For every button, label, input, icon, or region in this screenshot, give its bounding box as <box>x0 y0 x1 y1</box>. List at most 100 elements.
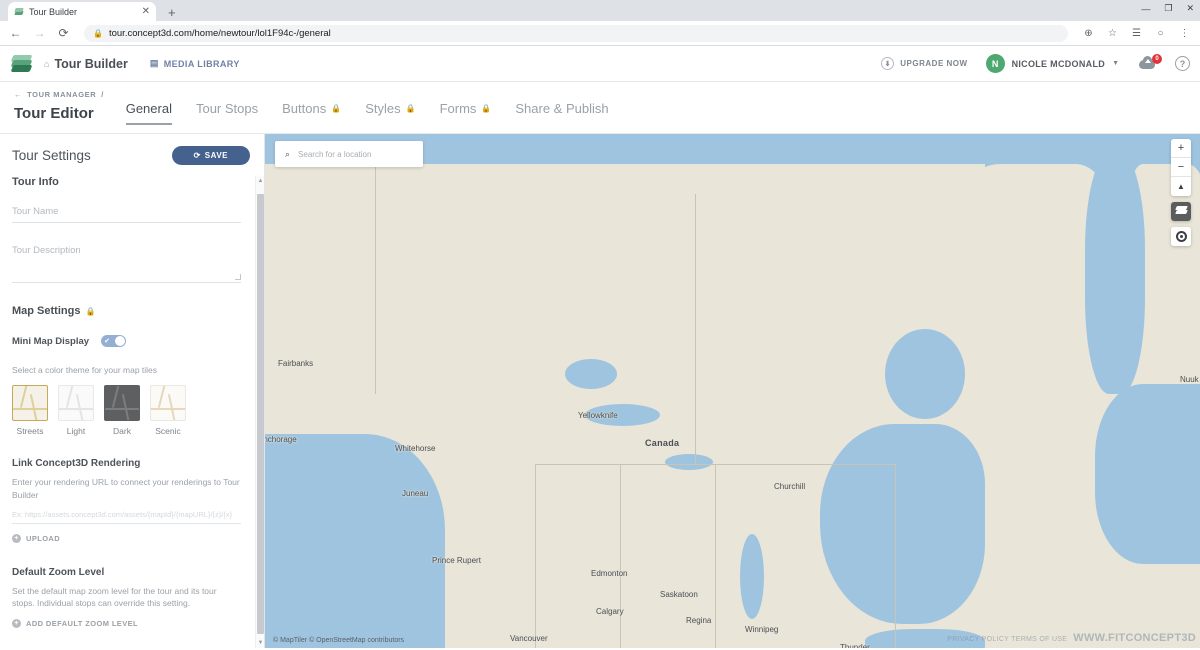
tab-buttons[interactable]: Buttons 🔒 <box>282 101 341 125</box>
breadcrumb[interactable]: ← TOUR MANAGER / <box>14 90 104 99</box>
scroll-up-icon[interactable]: ▲ <box>256 178 265 184</box>
tour-name-input[interactable]: Tour Name <box>12 206 241 223</box>
add-default-zoom-button[interactable]: + ADD DEFAULT ZOOM LEVEL <box>12 618 241 628</box>
theme-label: Light <box>66 426 86 437</box>
tour-info-heading: Tour Info <box>12 176 59 188</box>
tab-tour-stops-label: Tour Stops <box>195 101 259 116</box>
map-place-label: Nuuk <box>1180 375 1199 384</box>
tab-share-publish[interactable]: Share & Publish <box>515 101 608 125</box>
water-athabasca <box>665 454 713 470</box>
border-ak-yt <box>375 164 376 394</box>
forward-icon[interactable]: → <box>32 27 47 39</box>
mini-map-toggle[interactable]: ✔ <box>101 335 127 347</box>
theme-label: Scenic <box>155 426 181 437</box>
rendering-url-input[interactable]: Ex: https://assets.concept3d.com/assets/… <box>12 510 241 524</box>
close-icon[interactable]: ✕ <box>142 6 150 17</box>
watermark-brand-text: WWW.FITCONCEPT3D <box>1073 632 1196 644</box>
border-ab-sk <box>620 464 621 648</box>
user-menu[interactable]: N NICOLE MCDONALD ▼ <box>985 54 1119 73</box>
check-icon: ✔ <box>104 338 110 345</box>
concept3d-logo-icon[interactable] <box>10 53 34 75</box>
tab-styles[interactable]: Styles 🔒 <box>365 101 415 125</box>
tab-forms[interactable]: Forms 🔒 <box>440 101 492 125</box>
cloud-upload-button[interactable]: 0 <box>1139 53 1162 72</box>
media-library-link[interactable]: ▤ MEDIA LIBRARY <box>150 58 240 69</box>
tour-builder-home-link[interactable]: ⌂ Tour Builder <box>44 57 128 71</box>
upgrade-now-button[interactable]: ⬇ UPGRADE NOW <box>881 57 967 70</box>
zoom-out-button[interactable]: − <box>1171 158 1191 177</box>
tab-share-publish-label: Share & Publish <box>515 101 609 116</box>
theme-option-scenic[interactable]: Scenic <box>150 385 186 436</box>
map-search-input[interactable]: Search for a location <box>298 150 371 159</box>
geolocate-icon <box>1175 231 1187 242</box>
editor-tabs: General Tour Stops Buttons 🔒 Styles 🔒 Fo… <box>125 101 609 133</box>
layers-icon <box>1174 206 1188 217</box>
profile-icon[interactable]: ○ <box>1153 28 1168 39</box>
upload-label: UPLOAD <box>26 533 61 543</box>
url-text: tour.concept3d.com/home/newtour/lol1F94c… <box>108 27 331 39</box>
map-place-label: Regina <box>686 616 712 625</box>
compass-icon: ▲ <box>1177 182 1185 191</box>
tab-buttons-label: Buttons <box>282 101 327 116</box>
map-place-label: Fairbanks <box>278 359 314 368</box>
zoom-in-button[interactable]: + <box>1171 139 1191 158</box>
map-place-label: Yellowknife <box>578 411 618 420</box>
scroll-down-icon[interactable]: ▼ <box>256 640 265 646</box>
tab-title: Tour Builder <box>29 6 78 17</box>
geolocate-button[interactable] <box>1171 227 1191 246</box>
water-winnipeg <box>740 534 764 619</box>
theme-swatch-light[interactable] <box>58 385 94 422</box>
maximize-icon[interactable]: ❐ <box>1164 3 1172 14</box>
upload-icon: + <box>12 533 21 543</box>
theme-option-light[interactable]: Light <box>58 385 94 436</box>
theme-swatch-streets[interactable] <box>12 385 48 422</box>
layers-button[interactable] <box>1171 202 1191 221</box>
address-bar[interactable]: 🔒 tour.concept3d.com/home/newtour/lol1F9… <box>84 24 1068 42</box>
back-icon[interactable]: ← <box>8 27 23 39</box>
browser-menu-icon[interactable]: ⋮ <box>1177 28 1192 39</box>
map-canvas[interactable]: ⌕ Search for a location + − ▲ Fairbanks … <box>265 134 1200 648</box>
scrollbar-thumb[interactable] <box>257 194 264 634</box>
theme-option-streets[interactable]: Streets <box>12 385 48 436</box>
tour-name-field[interactable]: Tour Name <box>12 206 241 223</box>
tour-description-input[interactable]: Tour Description <box>12 245 241 283</box>
window-controls: — ❐ ✕ <box>1141 3 1194 14</box>
map-search-box[interactable]: ⌕ Search for a location <box>275 141 423 167</box>
help-icon[interactable]: ? <box>1175 56 1190 71</box>
link-rendering-heading: Link Concept3D Rendering <box>12 458 141 470</box>
lock-icon: 🔒 <box>481 104 492 113</box>
tour-description-field[interactable]: Tour Description <box>12 245 241 283</box>
new-tab-button[interactable]: + <box>168 6 176 19</box>
search-icon: ⌕ <box>285 148 291 159</box>
bookmark-star-icon[interactable]: ☆ <box>1105 28 1120 39</box>
tab-general[interactable]: General <box>125 101 173 125</box>
lock-icon: 🔒 <box>331 104 342 113</box>
resize-handle[interactable] <box>235 274 241 280</box>
map-watermark: PRIVACY POLICY TERMS OF USE WWW.FITCONCE… <box>947 632 1196 644</box>
reading-list-icon[interactable]: ☰ <box>1129 28 1144 39</box>
theme-swatch-dark[interactable] <box>104 385 140 422</box>
save-button[interactable]: ⟳ SAVE <box>171 146 250 165</box>
default-zoom-heading: Default Zoom Level <box>12 566 105 578</box>
install-icon[interactable]: ⊕ <box>1081 28 1096 39</box>
tab-tour-stops[interactable]: Tour Stops <box>196 101 258 125</box>
window-close-icon[interactable]: ✕ <box>1186 3 1194 14</box>
water-hudson-bay <box>820 424 985 624</box>
lock-icon: 🔒 <box>85 306 96 316</box>
upload-button[interactable]: + UPLOAD <box>12 533 241 543</box>
browser-tab[interactable]: Tour Builder ✕ <box>8 2 156 21</box>
minimize-icon[interactable]: — <box>1141 4 1150 14</box>
sidebar-title: Tour Settings <box>12 148 91 163</box>
map-place-label: Calgary <box>596 607 624 616</box>
land-baffin <box>955 164 1105 334</box>
theme-option-dark[interactable]: Dark <box>104 385 140 436</box>
map-attribution[interactable]: © MapTiler © OpenStreetMap contributors <box>273 637 404 644</box>
reload-icon[interactable]: ⟳ <box>56 27 71 39</box>
map-place-label: Vancouver <box>510 634 548 643</box>
border-mb-on <box>895 464 896 648</box>
sidebar-scrollbar[interactable]: ▲ ▼ <box>255 176 264 648</box>
breadcrumb-separator: / <box>101 90 104 99</box>
theme-swatch-scenic[interactable] <box>150 385 186 422</box>
map-place-label: Canada <box>645 438 680 448</box>
compass-button[interactable]: ▲ <box>1171 177 1191 196</box>
